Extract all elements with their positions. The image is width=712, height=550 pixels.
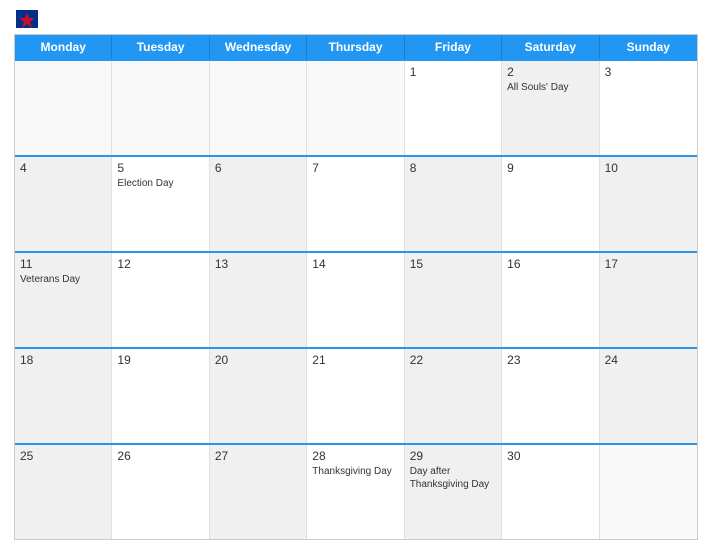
calendar-cell: 21 xyxy=(307,349,404,443)
page-header xyxy=(14,10,698,26)
day-number: 19 xyxy=(117,353,203,367)
calendar-week-row: 25262728Thanksgiving Day29Day afterThank… xyxy=(15,443,697,539)
calendar-cell: 19 xyxy=(112,349,209,443)
day-number: 18 xyxy=(20,353,106,367)
day-number: 1 xyxy=(410,65,496,79)
calendar-cell: 11 Veterans Day xyxy=(15,253,112,347)
calendar-cell: 25 xyxy=(15,445,112,539)
calendar-cell: 23 xyxy=(502,349,599,443)
calendar-event: Thanksgiving Day xyxy=(410,478,496,491)
day-number: 2 xyxy=(507,65,593,79)
calendar-cell: 16 xyxy=(502,253,599,347)
calendar-week-row: 11 Veterans Day 12 13 14 15 16 17 xyxy=(15,251,697,347)
calendar-cell: 12 xyxy=(112,253,209,347)
weekday-header: Saturday xyxy=(502,35,599,59)
calendar-event: All Souls' Day xyxy=(507,81,593,94)
calendar-week-row: 18 19 20 21 22 23 24 xyxy=(15,347,697,443)
calendar-cell xyxy=(600,445,697,539)
weekday-header: Thursday xyxy=(307,35,404,59)
day-number: 5 xyxy=(117,161,203,175)
calendar-cell xyxy=(112,61,209,155)
day-number: 30 xyxy=(507,449,593,463)
calendar-cell: 18 xyxy=(15,349,112,443)
calendar-header: MondayTuesdayWednesdayThursdayFridaySatu… xyxy=(15,35,697,59)
calendar-cell xyxy=(307,61,404,155)
calendar-body: 12 All Souls' Day 3 45 Election Day 6789 10 11 V… xyxy=(15,59,697,539)
calendar-cell: 14 xyxy=(307,253,404,347)
weekday-header: Sunday xyxy=(600,35,697,59)
calendar-cell xyxy=(15,61,112,155)
day-number: 15 xyxy=(410,257,496,271)
calendar-event: Day after xyxy=(410,465,496,478)
calendar-cell: 15 xyxy=(405,253,502,347)
day-number: 8 xyxy=(410,161,496,175)
calendar-cell: 13 xyxy=(210,253,307,347)
calendar-event: Thanksgiving Day xyxy=(312,465,398,478)
calendar-cell: 7 xyxy=(307,157,404,251)
day-number: 29 xyxy=(410,449,496,463)
calendar-cell: 3 xyxy=(600,61,697,155)
calendar-cell: 1 xyxy=(405,61,502,155)
weekday-header: Tuesday xyxy=(112,35,209,59)
day-number: 9 xyxy=(507,161,593,175)
day-number: 4 xyxy=(20,161,106,175)
calendar-cell: 2 All Souls' Day xyxy=(502,61,599,155)
day-number: 21 xyxy=(312,353,398,367)
calendar-week-row: 45 Election Day 6789 10 xyxy=(15,155,697,251)
calendar-cell: 10 xyxy=(600,157,697,251)
calendar-grid: MondayTuesdayWednesdayThursdayFridaySatu… xyxy=(14,34,698,540)
calendar-cell: 30 xyxy=(502,445,599,539)
day-number: 16 xyxy=(507,257,593,271)
calendar-cell: 17 xyxy=(600,253,697,347)
day-number: 12 xyxy=(117,257,203,271)
weekday-header: Monday xyxy=(15,35,112,59)
calendar-cell: 9 xyxy=(502,157,599,251)
day-number: 14 xyxy=(312,257,398,271)
calendar-cell: 8 xyxy=(405,157,502,251)
day-number: 26 xyxy=(117,449,203,463)
day-number: 28 xyxy=(312,449,398,463)
day-number: 23 xyxy=(507,353,593,367)
calendar-page: MondayTuesdayWednesdayThursdayFridaySatu… xyxy=(0,0,712,550)
calendar-cell: 5 Election Day xyxy=(112,157,209,251)
day-number: 13 xyxy=(215,257,301,271)
day-number: 20 xyxy=(215,353,301,367)
day-number: 24 xyxy=(605,353,692,367)
calendar-cell: 24 xyxy=(600,349,697,443)
calendar-cell: 29 Day afterThanksgiving Day xyxy=(405,445,502,539)
weekday-header: Wednesday xyxy=(210,35,307,59)
calendar-cell: 28 Thanksgiving Day xyxy=(307,445,404,539)
calendar-cell: 4 xyxy=(15,157,112,251)
calendar-cell: 27 xyxy=(210,445,307,539)
day-number: 6 xyxy=(215,161,301,175)
logo xyxy=(14,10,38,26)
calendar-cell: 20 xyxy=(210,349,307,443)
day-number: 3 xyxy=(605,65,692,79)
day-number: 25 xyxy=(20,449,106,463)
day-number: 10 xyxy=(605,161,692,175)
day-number: 11 xyxy=(20,257,106,271)
logo-flag-icon xyxy=(16,10,38,28)
calendar-cell: 6 xyxy=(210,157,307,251)
day-number: 27 xyxy=(215,449,301,463)
calendar-cell: 26 xyxy=(112,445,209,539)
calendar-event: Election Day xyxy=(117,177,203,190)
calendar-event: Veterans Day xyxy=(20,273,106,286)
weekday-header: Friday xyxy=(405,35,502,59)
day-number: 7 xyxy=(312,161,398,175)
calendar-cell: 22 xyxy=(405,349,502,443)
day-number: 17 xyxy=(605,257,692,271)
day-number: 22 xyxy=(410,353,496,367)
calendar-cell xyxy=(210,61,307,155)
calendar-week-row: 12 All Souls' Day 3 xyxy=(15,59,697,155)
